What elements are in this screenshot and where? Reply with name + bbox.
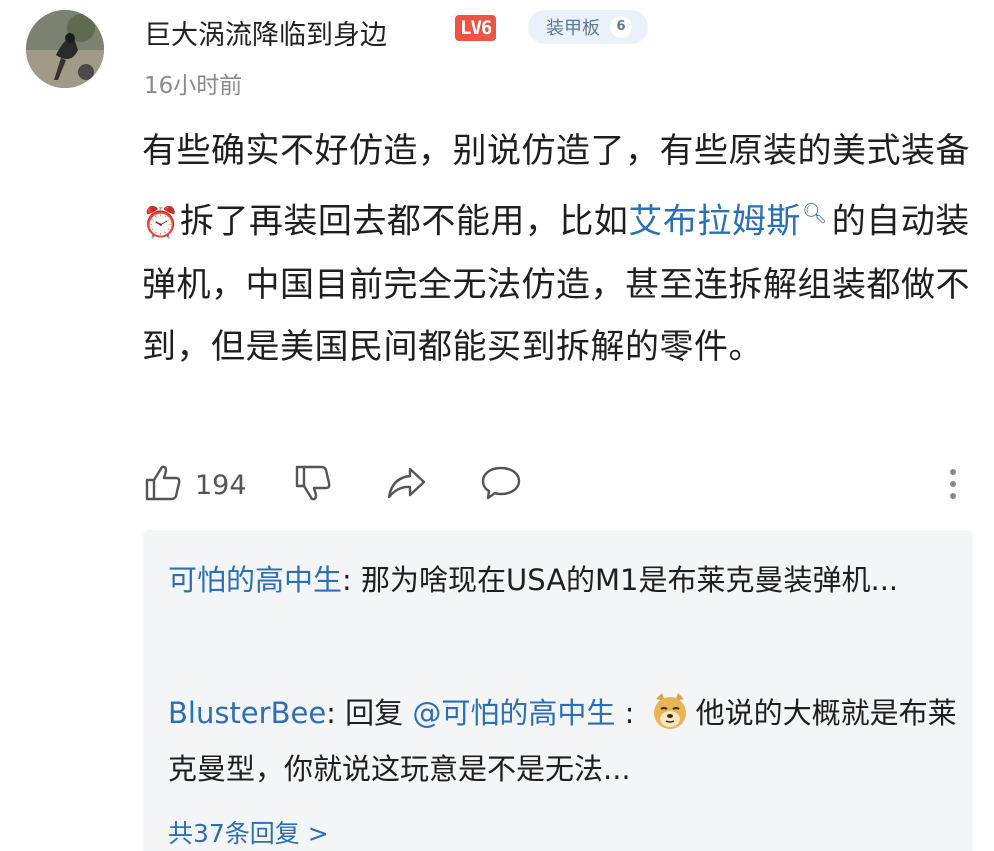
view-all-replies-link[interactable]: 共37条回复 > xyxy=(168,814,329,850)
magnifier-icon[interactable]: 🔍︎ xyxy=(802,201,828,225)
reply-item[interactable]: 可怕的高中生: 那为啥现在USA的M1是布莱克曼装弹机... xyxy=(168,552,958,608)
comment-text-1: 有些确实不好仿造，别说仿造了，有些原装的美式装备 xyxy=(142,131,970,171)
comment-icon xyxy=(480,463,522,507)
post-time: 16小时前 xyxy=(144,73,243,99)
fan-tag[interactable]: 装甲板 6 xyxy=(528,10,648,44)
like-count: 194 xyxy=(195,469,247,501)
fan-tag-label: 装甲板 xyxy=(546,18,600,39)
share-icon xyxy=(386,463,426,507)
reply-prefix: 回复 xyxy=(345,696,413,730)
level-badge: LV6 xyxy=(455,15,497,41)
reply-text: 那为啥现在USA的M1是布莱克曼装弹机... xyxy=(361,563,899,597)
comment-button[interactable] xyxy=(480,464,522,506)
avatar[interactable] xyxy=(26,10,104,88)
comment-body: 有些确实不好仿造，别说仿造了，有些原装的美式装备 ⏰拆了再装回去都不能用，比如艾布… xyxy=(142,120,972,378)
username[interactable]: 巨大涡流降临到身边 xyxy=(144,13,387,52)
thumbs-down-icon xyxy=(293,463,333,507)
comment-text-2: 拆了再装回去都不能用，比如 xyxy=(179,201,629,242)
alarm-clock-icon: ⏰ xyxy=(142,205,180,241)
fan-tag-count: 6 xyxy=(610,16,632,38)
doge-icon xyxy=(650,691,690,731)
reply-author[interactable]: 可怕的高中生 xyxy=(168,563,342,597)
reply-mention[interactable]: @可怕的高中生 xyxy=(412,696,615,730)
search-link[interactable]: 艾布拉姆斯 xyxy=(628,201,801,241)
share-button[interactable] xyxy=(386,464,426,506)
dislike-button[interactable] xyxy=(293,464,333,506)
more-icon[interactable] xyxy=(948,466,958,502)
reply-item[interactable]: BlusterBee: 回复 @可怕的高中生 : 他说的大概就是布莱克曼型，你就… xyxy=(168,685,958,797)
like-button[interactable]: 194 xyxy=(143,464,247,506)
thumbs-up-icon xyxy=(143,463,183,507)
replies-panel: 可怕的高中生: 那为啥现在USA的M1是布莱克曼装弹机... BlusterBe… xyxy=(143,530,973,851)
reply-author[interactable]: BlusterBee xyxy=(168,696,326,730)
